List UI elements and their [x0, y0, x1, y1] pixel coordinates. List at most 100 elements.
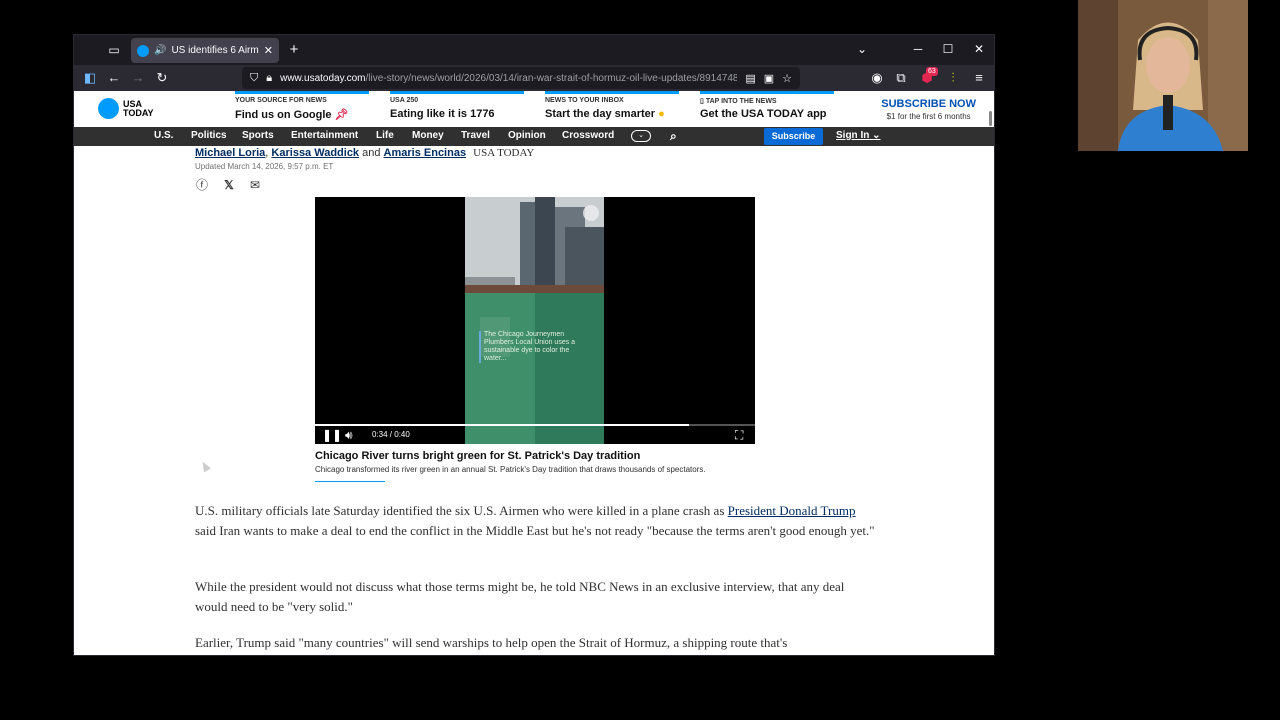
subscribe-button[interactable]: Subscribe [764, 128, 823, 145]
nav-entertainment[interactable]: Entertainment [291, 130, 358, 141]
video-watermark-icon [583, 205, 599, 221]
facebook-icon[interactable]: ⓕ [195, 178, 209, 192]
nav-crossword[interactable]: Crossword [562, 130, 614, 141]
promo-accent [545, 91, 679, 94]
equalizer-icon[interactable]: ⫶ [945, 70, 961, 86]
promo-kicker-text: TAP INTO THE NEWS [705, 98, 777, 105]
nav-money[interactable]: Money [412, 130, 444, 141]
promo-accent [700, 91, 834, 94]
video-overlay-caption: The Chicago Journeymen Plumbers Local Un… [479, 331, 579, 363]
logo-text: USA TODAY [123, 98, 154, 118]
article-paragraph-3: Earlier, Trump said "many countries" wil… [195, 635, 788, 650]
close-window-icon[interactable]: ✕ [971, 42, 987, 56]
president-trump-link[interactable]: President Donald Trump [728, 503, 856, 518]
video-player[interactable]: The Chicago Journeymen Plumbers Local Un… [315, 197, 755, 444]
subscribe-now-link[interactable]: SUBSCRIBE NOW $1 for the first 6 months [881, 98, 976, 121]
paragraph-text: U.S. military officials late Saturday id… [195, 503, 728, 518]
volume-icon[interactable]: 🔊︎ [345, 428, 353, 442]
shield-icon[interactable]: ⛉ [250, 72, 258, 85]
nav-politics[interactable]: Politics [191, 130, 227, 141]
url-text[interactable]: www.usatoday.com/live-story/news/world/2… [280, 73, 737, 84]
promo-headline: Find us on Google 📌︎ [235, 108, 349, 121]
updated-timestamp: Updated March 14, 2026, 9:57 p.m. ET [195, 162, 334, 171]
sun-icon: ● [658, 108, 665, 120]
reload-icon[interactable]: ↻ [154, 70, 170, 86]
speaker-icon[interactable]: 🔊 [154, 45, 166, 56]
site-nav: U.S. Politics Sports Entertainment Life … [74, 127, 994, 146]
extension-badge: 63 [926, 67, 938, 76]
tab-list-icon[interactable]: ▭ [106, 42, 122, 58]
chevron-down-icon: ⌄ [872, 130, 881, 141]
tab-title: US identifies 6 Airmen kille [171, 45, 259, 56]
usatoday-favicon-icon [137, 44, 149, 57]
address-bar[interactable]: ⛉ 🔒︎ www.usatoday.com/live-story/news/wo… [242, 67, 800, 89]
subscribe-now-text: SUBSCRIBE NOW [881, 98, 976, 110]
video-title: Chicago River turns bright green for St.… [315, 450, 641, 462]
search-icon[interactable]: ⌕ [670, 129, 677, 144]
nav-opinion[interactable]: Opinion [508, 130, 546, 141]
promo-headline: Eating like it is 1776 [390, 108, 495, 120]
video-divider [315, 481, 385, 482]
menu-icon[interactable]: ≡ [971, 70, 987, 86]
publication-name: USA TODAY [473, 147, 535, 159]
close-tab-icon[interactable]: ✕ [264, 44, 273, 57]
scrollbar[interactable] [989, 111, 992, 126]
pause-icon[interactable]: ❚❚ [322, 428, 342, 442]
author-link[interactable]: Amaris Encinas [384, 147, 467, 159]
url-host: www.usatoday.com [280, 72, 366, 84]
maximize-icon[interactable]: ☐ [940, 42, 956, 56]
nav-life[interactable]: Life [376, 130, 394, 141]
back-icon[interactable]: ← [106, 70, 122, 86]
video-progress-bar[interactable] [315, 424, 755, 426]
chevron-down-icon[interactable]: ⌄ [854, 42, 870, 56]
sidebar-icon[interactable]: ◧ [82, 70, 98, 86]
active-tab[interactable]: 🔊 US identifies 6 Airmen kille ✕ [131, 38, 279, 63]
navigation-toolbar: ◧ ← → ↻ ⛉ 🔒︎ www.usatoday.com/live-story… [74, 65, 994, 91]
promo-kicker: YOUR SOURCE FOR NEWS [235, 97, 327, 104]
desktop: ▭ 🔊 US identifies 6 Airmen kille ✕ + ⌄ ─… [0, 0, 1280, 720]
subscribe-offer-text: $1 for the first 6 months [886, 112, 971, 121]
x-icon[interactable]: 𝕏 [222, 178, 236, 192]
screenshot-icon[interactable]: ▣ [764, 72, 774, 85]
promo-headline-text: Start the day smarter [545, 108, 656, 120]
nav-sports[interactable]: Sports [242, 130, 274, 141]
fullscreen-icon[interactable]: ⛶ [735, 428, 743, 442]
promo-kicker: NEWS TO YOUR INBOX [545, 97, 624, 104]
author-link[interactable]: Karissa Waddick [271, 147, 359, 159]
minimize-icon[interactable]: ─ [910, 42, 926, 56]
promo-headline-text: Find us on Google [235, 109, 332, 121]
sign-in-text: Sign In [836, 130, 870, 141]
usatoday-logo[interactable]: USA TODAY [98, 98, 157, 119]
promo-kicker: ▯ TAP INTO THE NEWS [700, 97, 777, 105]
video-description: Chicago transformed its river green in a… [315, 465, 706, 474]
new-tab-icon[interactable]: + [286, 42, 302, 58]
lock-icon[interactable]: 🔒︎ [266, 72, 272, 85]
promo-kicker: USA 250 [390, 97, 419, 104]
video-time: 0:34 / 0:40 [372, 430, 410, 439]
logo-dot-icon [98, 98, 119, 119]
games-icon[interactable]: ⌄ [631, 130, 651, 142]
video-scene [465, 197, 604, 444]
promo-bar: USA TODAY YOUR SOURCE FOR NEWS Find us o… [74, 91, 994, 127]
tab-bar: ▭ 🔊 US identifies 6 Airmen kille ✕ + ⌄ ─… [74, 35, 994, 65]
nav-travel[interactable]: Travel [461, 130, 490, 141]
mouse-cursor-icon [199, 459, 211, 473]
paragraph-text: said Iran wants to make a deal to end th… [195, 523, 875, 538]
forward-icon: → [131, 70, 145, 85]
byline-separator: and [359, 147, 384, 159]
sign-in-link[interactable]: Sign In ⌄ [836, 130, 881, 141]
pin-icon: 📌︎ [334, 109, 349, 121]
promo-accent [235, 91, 369, 94]
phone-icon: ▯ [700, 98, 704, 105]
promo-headline: Get the USA TODAY app [700, 108, 827, 120]
email-icon[interactable]: ✉ [248, 178, 262, 192]
author-link[interactable]: Michael Loria [195, 147, 265, 159]
extensions-icon[interactable]: ⧉ [893, 70, 909, 86]
promo-accent [390, 91, 524, 94]
account-icon[interactable]: ◉ [869, 70, 885, 86]
bookmark-star-icon[interactable]: ☆ [782, 72, 792, 85]
article-paragraph-1: U.S. military officials late Saturday id… [195, 501, 875, 541]
reader-view-icon[interactable]: ▤ [745, 72, 755, 85]
webcam-image [1078, 0, 1248, 151]
nav-us[interactable]: U.S. [154, 130, 173, 141]
